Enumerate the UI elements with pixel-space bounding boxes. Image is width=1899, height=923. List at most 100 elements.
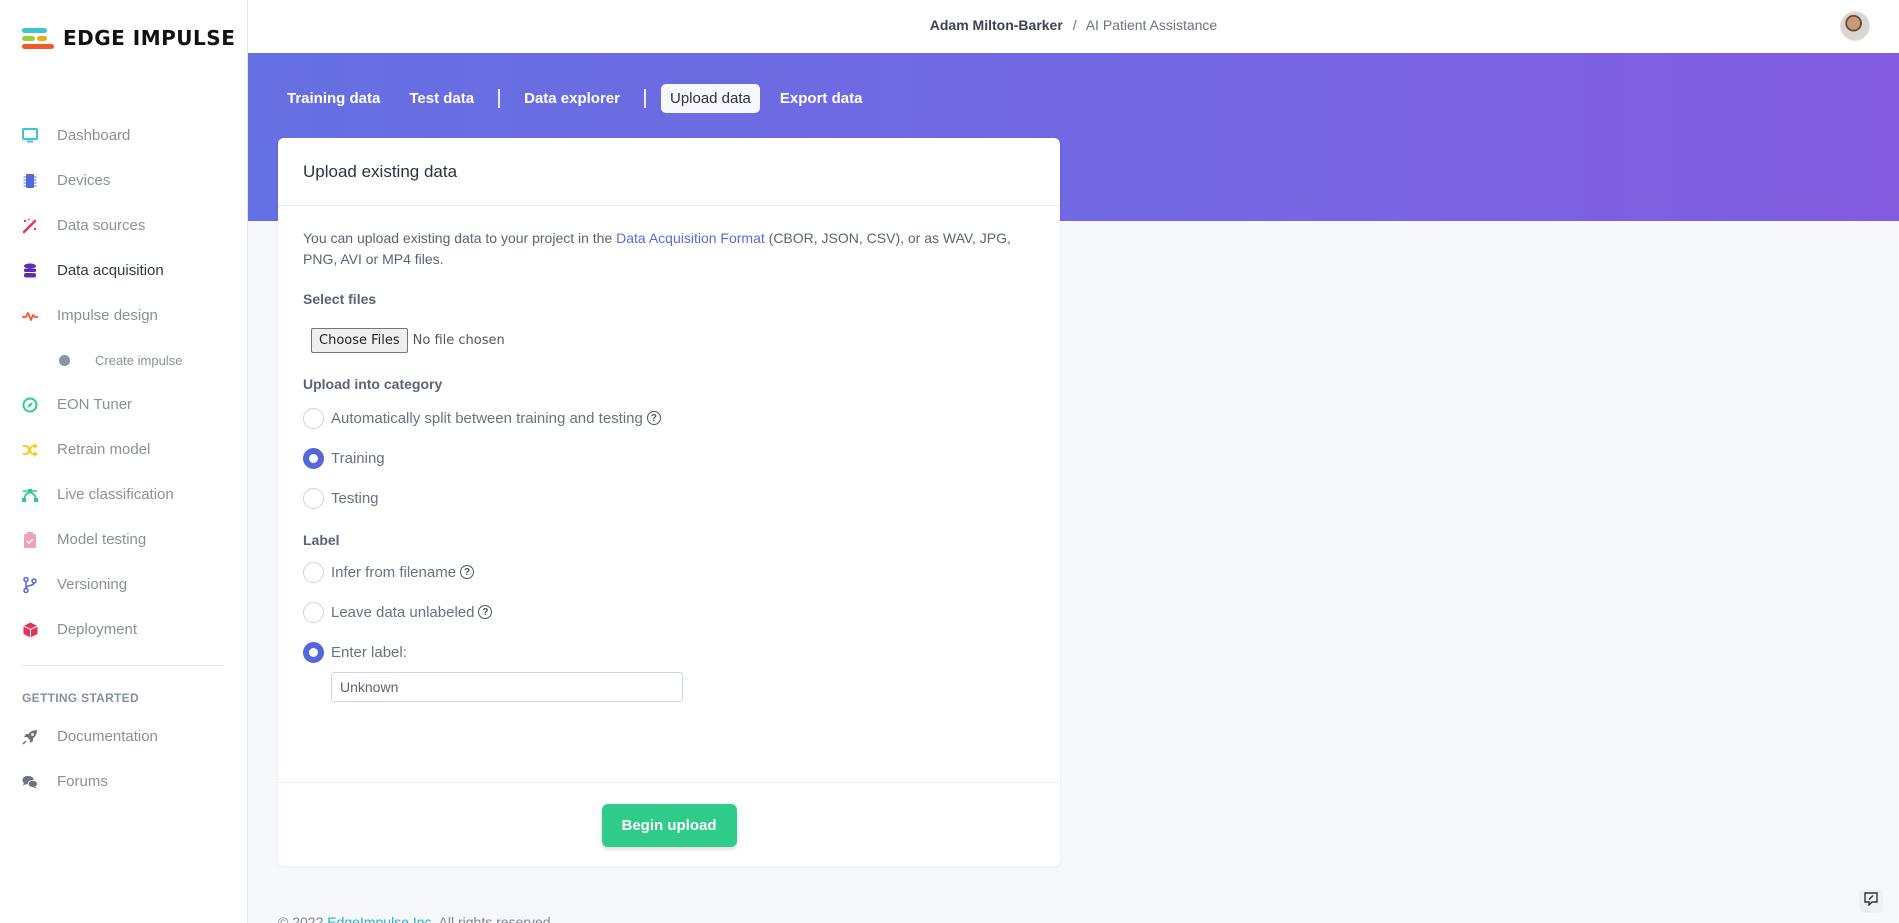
option-label: Automatically split between training and… [331, 409, 643, 427]
edge-impulse-logo[interactable]: EDGE IMPULSE [22, 26, 235, 50]
sidebar-item-data-sources[interactable]: Data sources [0, 203, 248, 248]
magic-wand-icon [22, 218, 38, 234]
breadcrumb-user[interactable]: Adam Milton-Barker [930, 17, 1063, 33]
option-label: Training [331, 449, 385, 467]
sidebar-divider [22, 665, 224, 666]
upload-category-label: Upload into category [303, 376, 443, 392]
radio-auto-split[interactable] [303, 407, 324, 429]
sidebar-item-label: Model testing [57, 531, 147, 548]
sidebar-item-retrain-model[interactable]: Retrain model [0, 427, 248, 472]
database-icon [22, 263, 38, 279]
category-option-testing[interactable]: Testing [303, 478, 1035, 518]
comments-icon [22, 774, 38, 790]
file-status: No file chosen [412, 333, 505, 348]
sidebar-item-impulse-design[interactable]: Impulse design [0, 293, 248, 338]
tab-export-data[interactable]: Export data [771, 84, 872, 113]
page-footer: © 2022 EdgeImpulse Inc. All rights reser… [278, 914, 551, 923]
user-avatar[interactable] [1840, 11, 1870, 41]
copyright-text: © 2022 [278, 914, 328, 923]
breadcrumb-separator: / [1072, 17, 1077, 33]
top-bar: Adam Milton-Barker / AI Patient Assistan… [248, 0, 1899, 53]
tab-data-explorer[interactable]: Data explorer [515, 84, 629, 113]
monitor-icon [22, 128, 38, 144]
shuffle-icon [22, 442, 38, 458]
sidebar-item-data-acquisition[interactable]: Data acquisition [0, 248, 248, 293]
feedback-button[interactable] [1859, 889, 1883, 913]
compass-icon [22, 397, 38, 413]
help-icon[interactable]: ? [646, 411, 661, 425]
sidebar-item-label: Data sources [57, 217, 146, 234]
company-link[interactable]: EdgeImpulse Inc. [327, 914, 435, 923]
sidebar: EDGE IMPULSE Dashboard Devices Data sour… [0, 0, 248, 923]
label-section-heading: Label [303, 532, 340, 548]
radio-enter-label[interactable] [303, 641, 324, 663]
clipboard-check-icon [22, 531, 38, 548]
getting-started-heading: GETTING STARTED [22, 691, 139, 705]
card-footer: Begin upload [278, 782, 1060, 866]
upload-description: You can upload existing data to your pro… [303, 228, 1033, 270]
sidebar-item-create-impulse[interactable]: Create impulse [0, 338, 248, 382]
radio-infer-filename[interactable] [303, 561, 324, 583]
select-files-label: Select files [303, 291, 377, 307]
pulse-icon [22, 308, 38, 324]
sidebar-item-label: Dashboard [57, 127, 131, 144]
sidebar-item-versioning[interactable]: Versioning [0, 562, 248, 607]
radio-leave-unlabeled[interactable] [303, 601, 324, 623]
option-label: Enter label: [331, 643, 407, 661]
sidebar-item-dashboard[interactable]: Dashboard [0, 113, 248, 158]
sidebar-item-label: EON Tuner [57, 396, 133, 413]
option-label: Infer from filename [331, 563, 457, 581]
help-icon[interactable]: ? [460, 565, 475, 579]
sidebar-item-live-classification[interactable]: Live classification [0, 472, 248, 517]
dot-icon [59, 354, 70, 366]
tab-training-data[interactable]: Training data [278, 84, 389, 113]
radio-testing[interactable] [303, 487, 324, 509]
data-acquisition-format-link[interactable]: Data Acquisition Format [616, 230, 765, 246]
sidebar-item-model-testing[interactable]: Model testing [0, 517, 248, 562]
breadcrumb-project[interactable]: AI Patient Assistance [1086, 17, 1218, 33]
file-input[interactable]: Choose Files No file chosen [311, 328, 1035, 353]
sidebar-item-deployment[interactable]: Deployment [0, 607, 248, 652]
sidebar-item-label: Create impulse [95, 352, 183, 368]
sidebar-item-label: Versioning [57, 576, 128, 593]
label-option-infer[interactable]: Infer from filename ? [303, 552, 1035, 592]
sidebar-item-eon-tuner[interactable]: EON Tuner [0, 382, 248, 427]
option-label: Testing [331, 489, 379, 507]
git-branch-icon [22, 576, 38, 593]
sidebar-item-forums[interactable]: Forums [0, 759, 248, 804]
upload-card: Upload existing data You can upload exis… [278, 138, 1060, 866]
label-option-enter[interactable]: Enter label: [303, 632, 1035, 672]
option-label: Leave data unlabeled [331, 603, 475, 621]
cube-icon [22, 622, 38, 638]
sidebar-item-label: Impulse design [57, 307, 158, 324]
sidebar-item-label: Data acquisition [57, 262, 164, 279]
sidebar-item-devices[interactable]: Devices [0, 158, 248, 203]
tab-test-data[interactable]: Test data [400, 84, 483, 113]
logo-mark-icon [22, 26, 54, 50]
label-option-unlabeled[interactable]: Leave data unlabeled ? [303, 592, 1035, 632]
sidebar-item-documentation[interactable]: Documentation [0, 714, 248, 759]
tab-separator [643, 89, 646, 108]
sidebar-item-label: Devices [57, 172, 111, 189]
sidebar-nav: Dashboard Devices Data sources Data acqu… [0, 113, 248, 804]
choose-files-button[interactable]: Choose Files [311, 328, 408, 353]
begin-upload-button[interactable]: Begin upload [601, 804, 737, 847]
card-body: You can upload existing data to your pro… [278, 206, 1060, 702]
feedback-icon [1864, 891, 1878, 911]
sidebar-item-label: Documentation [57, 728, 158, 745]
chip-icon [22, 173, 38, 189]
brand-name: EDGE IMPULSE [63, 26, 236, 50]
sidebar-item-label: Deployment [57, 621, 138, 638]
card-title: Upload existing data [278, 138, 1060, 206]
sidebar-item-label: Retrain model [57, 441, 151, 458]
category-option-training[interactable]: Training [303, 438, 1035, 478]
tab-upload-data[interactable]: Upload data [660, 84, 760, 113]
help-icon[interactable]: ? [478, 605, 493, 619]
category-option-auto-split[interactable]: Automatically split between training and… [303, 398, 1035, 438]
tab-separator [498, 89, 501, 108]
sidebar-item-label: Live classification [57, 486, 174, 503]
radio-training[interactable] [303, 447, 324, 469]
rocket-icon [22, 729, 38, 745]
rights-text: All rights reserved [435, 914, 551, 923]
label-input[interactable] [331, 672, 683, 702]
